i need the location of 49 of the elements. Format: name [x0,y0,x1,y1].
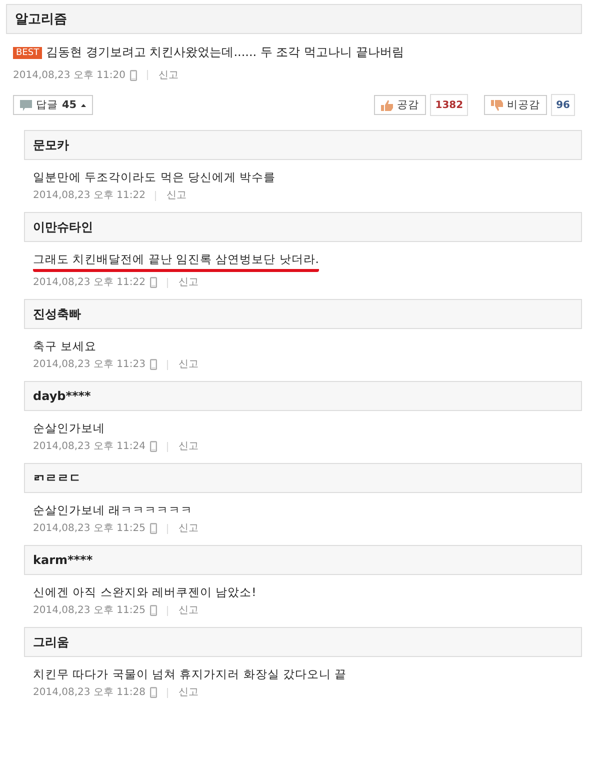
comment-text: 그래도 치킨배달전에 끝난 임진록 삼연벙보단 낫더라. [33,251,319,272]
report-link[interactable]: 신고 [178,604,198,617]
post-date: 2014,08,23 오후 11:20 [13,69,126,82]
comment-date: 2014,08,23 오후 11:25 [33,604,146,617]
comment-date: 2014,08,23 오후 11:24 [33,440,146,453]
report-link[interactable]: 신고 [178,522,198,535]
caret-icon [80,104,86,106]
thumbs-down-icon [491,100,504,110]
comment-author: 진성축빠 [24,299,582,329]
reply-button[interactable]: 답글 45 [13,95,93,115]
comment-text: 순살인가보네 래ㅋㅋㅋㅋㅋㅋ [33,502,193,518]
comment-author: 문모카 [24,130,582,160]
phone-icon [150,605,158,616]
phone-icon [150,441,158,452]
comment-date: 2014,08,23 오후 11:23 [33,358,146,371]
comment-author: 이만슈타인 [24,212,582,242]
comment-text: 치킨무 따다가 국물이 넘쳐 휴지가지러 화장실 갔다오니 끝 [33,666,347,682]
dislike-count: 96 [551,94,575,116]
comment-text: 순살인가보네 [33,420,105,436]
post-title: 김동현 경기보려고 치킨사왔었는데...... 두 조각 먹고나니 끝나버림 [46,44,404,61]
comment-author: karm**** [24,545,582,575]
like-button[interactable]: 공감 [374,95,426,115]
thumbs-up-icon [381,100,394,110]
best-badge: BEST [13,46,42,58]
comment-author: dayb**** [24,381,582,411]
board-title: 알고리즘 [6,4,582,34]
comment-author: ㄺㄹㄹㄷ [24,463,582,493]
comment-date: 2014,08,23 오후 11:22 [33,189,146,202]
report-link[interactable]: 신고 [166,189,186,202]
report-link[interactable]: 신고 [158,68,178,82]
comment-author: 그리움 [24,627,582,657]
phone-icon [130,70,138,80]
report-link[interactable]: 신고 [178,358,198,371]
phone-icon [150,687,158,698]
comment-text: 축구 보세요 [33,338,97,354]
report-link[interactable]: 신고 [178,440,198,453]
phone-icon [150,523,158,534]
comment-text: 일분만에 두조각이라도 먹은 당신에게 박수를 [33,169,276,185]
comment-icon [20,100,32,110]
comment-text: 신에겐 아직 스완지와 레버쿠젠이 남았소! [33,584,256,600]
dislike-button[interactable]: 비공감 [484,95,548,115]
comment-date: 2014,08,23 오후 11:28 [33,686,146,699]
like-count: 1382 [430,94,468,116]
report-link[interactable]: 신고 [178,276,198,289]
report-link[interactable]: 신고 [178,686,198,699]
phone-icon [150,359,158,370]
comment-date: 2014,08,23 오후 11:22 [33,276,146,289]
phone-icon [150,277,158,288]
comment-date: 2014,08,23 오후 11:25 [33,522,146,535]
